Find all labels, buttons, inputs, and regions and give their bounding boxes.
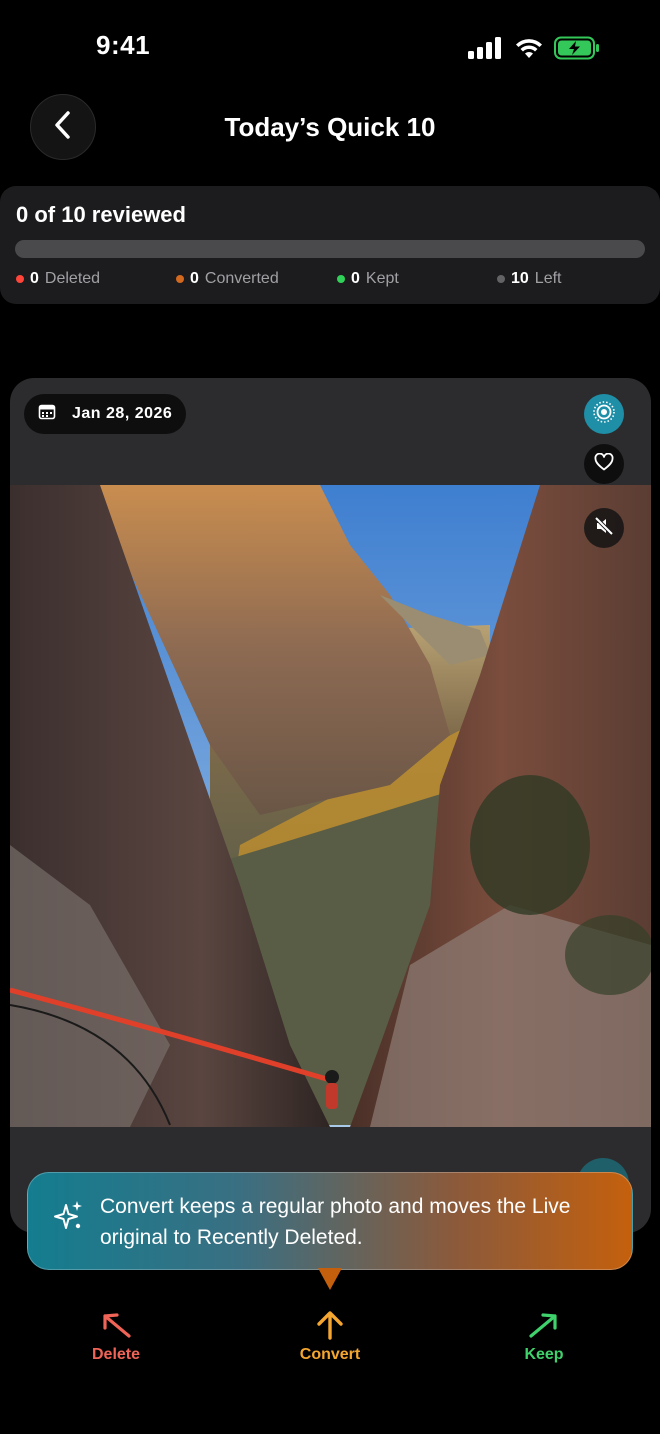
stat-kept: 0 Kept <box>337 270 399 288</box>
kept-dot <box>337 275 345 283</box>
speaker-muted-icon <box>593 515 615 542</box>
converted-label: Converted <box>204 270 279 287</box>
arrow-up-left-icon <box>46 1310 186 1340</box>
keep-label: Keep <box>524 1346 564 1363</box>
status-bar: 9:41 <box>0 0 660 90</box>
tooltip-text: Convert keeps a regular photo and moves … <box>100 1195 571 1249</box>
status-time: 9:41 <box>96 30 151 60</box>
keep-action[interactable]: Keep <box>474 1310 614 1364</box>
arrow-up-right-icon <box>474 1310 614 1340</box>
deleted-count: 0 <box>30 270 39 287</box>
battery-charging-icon <box>554 36 600 65</box>
kept-label: Kept <box>365 270 399 287</box>
left-label: Left <box>534 270 562 287</box>
convert-label: Convert <box>299 1346 361 1363</box>
photo-date: Jan 28, 2026 <box>72 405 173 422</box>
photo <box>10 485 651 1127</box>
wifi-icon <box>514 37 544 64</box>
arrow-up-icon <box>260 1310 400 1340</box>
deleted-dot <box>16 275 24 283</box>
photo-card[interactable]: Jan 28, 2026 <box>10 378 651 1233</box>
progress-title: 0 of 10 reviewed <box>16 202 186 227</box>
calendar-icon <box>38 403 56 426</box>
left-dot <box>497 275 505 283</box>
convert-action[interactable]: Convert <box>260 1310 400 1364</box>
mute-button[interactable] <box>584 508 624 548</box>
deleted-label: Deleted <box>44 270 101 287</box>
stat-converted: 0 Converted <box>176 270 279 288</box>
live-photo-icon <box>592 400 616 429</box>
date-pill: Jan 28, 2026 <box>24 394 187 434</box>
cellular-signal-icon <box>468 37 504 64</box>
kept-count: 0 <box>351 270 360 287</box>
progress-bar <box>15 240 645 258</box>
favorite-button[interactable] <box>584 444 624 484</box>
convert-tooltip: Convert keeps a regular photo and moves … <box>27 1172 633 1270</box>
tooltip-pointer <box>318 1268 342 1290</box>
delete-label: Delete <box>91 1346 141 1363</box>
progress-card: 0 of 10 reviewed 0 Deleted 0 Converted 0… <box>0 186 660 304</box>
delete-action[interactable]: Delete <box>46 1310 186 1364</box>
stat-deleted: 0 Deleted <box>16 270 100 288</box>
status-icons <box>468 36 600 65</box>
left-count: 10 <box>511 270 529 287</box>
converted-count: 0 <box>190 270 199 287</box>
converted-dot <box>176 275 184 283</box>
live-photo-button[interactable] <box>584 394 624 434</box>
sparkles-icon <box>52 1199 84 1238</box>
heart-icon <box>594 452 614 476</box>
page-title: Today’s Quick 10 <box>224 112 436 142</box>
stat-left: 10 Left <box>497 270 561 288</box>
